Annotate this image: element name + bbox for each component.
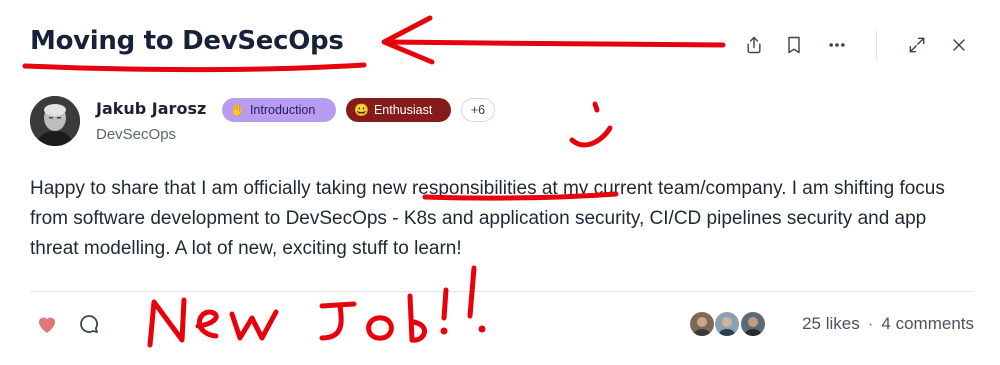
- heart-icon: [39, 317, 55, 333]
- liker-avatar[interactable]: [740, 311, 766, 337]
- ink-letter-N: [147, 297, 187, 348]
- liker-avatar[interactable]: [714, 311, 740, 337]
- comments-count[interactable]: 4 comments: [881, 314, 974, 333]
- smiley-icon: 😀: [354, 103, 369, 117]
- avatar-portrait: [30, 96, 80, 146]
- badge-introduction[interactable]: ✋ Introduction: [222, 98, 336, 122]
- badge-enthusiast[interactable]: 😀 Enthusiast: [346, 98, 451, 122]
- ink-exclaim-1: [441, 287, 449, 321]
- ink-letter-e: [195, 309, 219, 339]
- stats-separator: ·: [867, 314, 874, 333]
- bookmark-icon: [788, 36, 800, 54]
- author-row: Jakub Jarosz ✋ Introduction 😀 Enthusiast…: [30, 96, 630, 148]
- likes-count[interactable]: 25 likes: [802, 314, 860, 333]
- close-button[interactable]: [944, 30, 974, 60]
- ink-letter-J: [319, 301, 357, 341]
- ink-letter-b: [407, 293, 427, 343]
- author-group[interactable]: DevSecOps: [96, 126, 176, 143]
- liker-portrait: [715, 312, 739, 336]
- post-stats: 25 likes · 4 comments: [802, 314, 974, 334]
- author-name[interactable]: Jakub Jarosz: [96, 99, 206, 118]
- badge-label: Introduction: [249, 103, 316, 117]
- ink-exclaim-2: [467, 265, 477, 319]
- title-underline: [22, 62, 367, 73]
- ink-letter-w: [229, 309, 279, 341]
- comment-button[interactable]: [76, 311, 102, 337]
- author-avatar[interactable]: [30, 96, 80, 146]
- like-button[interactable]: [34, 311, 60, 337]
- share-button[interactable]: [739, 30, 769, 60]
- close-icon: [953, 39, 965, 51]
- toolbar-divider: [876, 30, 877, 60]
- comment-icon: [80, 315, 98, 333]
- ink-letter-o: [366, 315, 394, 341]
- ink-exclaim-dot: [478, 325, 486, 333]
- raised-hand-icon: ✋: [230, 103, 245, 117]
- footer-divider: [30, 291, 974, 292]
- bookmark-button[interactable]: [779, 30, 809, 60]
- post-toolbar: [0, 30, 1000, 60]
- ink-exclaim-dot: [440, 327, 448, 335]
- badge-label: Enthusiast: [373, 103, 433, 117]
- liker-portrait: [690, 312, 714, 336]
- expand-button[interactable]: [902, 30, 932, 60]
- share-icon: [747, 36, 761, 54]
- more-icon: [829, 43, 845, 47]
- liker-avatar[interactable]: [689, 311, 715, 337]
- expand-icon: [909, 37, 925, 53]
- more-badges-button[interactable]: +6: [461, 98, 495, 122]
- more-options-button[interactable]: [822, 30, 852, 60]
- post-body: Happy to share that I am officially taki…: [30, 178, 945, 259]
- liker-portrait: [741, 312, 765, 336]
